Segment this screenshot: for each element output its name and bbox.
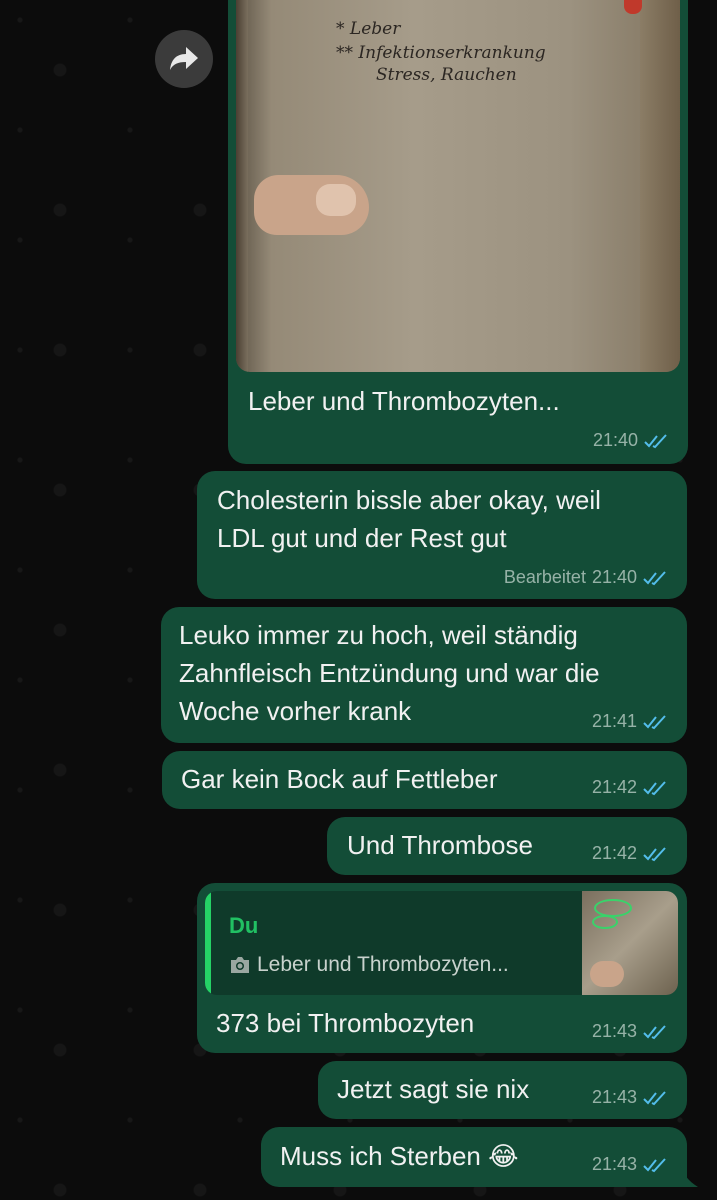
message-time: 21:40: [591, 567, 637, 587]
green-circle-mark: [592, 915, 618, 929]
message-bubble-reply[interactable]: Du Leber und Thrombozyten... 373 bei Thr…: [197, 883, 687, 1053]
message-time: 21:42: [591, 843, 637, 863]
double-check-icon: [643, 1157, 666, 1172]
double-check-icon: [643, 780, 666, 795]
message-time: 21:40: [592, 430, 638, 450]
message-time: 21:41: [591, 711, 637, 731]
message-text-line: Cholesterin bissle aber okay, weil: [217, 485, 601, 515]
double-check-icon: [643, 1090, 666, 1105]
forward-button[interactable]: [155, 30, 213, 88]
message-text: Und Thrombose: [347, 830, 533, 860]
message-text-line: Leuko immer zu hoch, weil ständig: [179, 620, 578, 650]
quote-author: Du: [229, 913, 259, 938]
message-text-line: Zahnfleisch Entzündung und war die: [179, 658, 600, 688]
thumb: [590, 961, 624, 987]
double-check-icon: [643, 570, 666, 585]
message-meta: 21:43: [592, 1087, 669, 1108]
message-meta: 21:43: [592, 1154, 669, 1175]
quoted-message[interactable]: Du Leber und Thrombozyten...: [205, 891, 678, 995]
message-meta: 21:40: [593, 430, 670, 451]
quote-text: Leber und Thrombozyten...: [257, 953, 509, 976]
message-time: 21:43: [591, 1021, 637, 1041]
message-meta: 21:41: [592, 711, 669, 732]
message-bubble[interactable]: Und Thrombose 21:42: [327, 817, 687, 875]
double-check-icon: [643, 846, 666, 861]
thumbnail-nail: [316, 184, 356, 216]
quote-preview: Leber und Thrombozyten...: [229, 953, 509, 977]
notebook-edge: [236, 0, 248, 372]
forward-arrow-icon: [170, 47, 198, 70]
message-text-line: Woche vorher krank: [179, 696, 412, 726]
message-bubble[interactable]: Gar kein Bock auf Fettleber 21:42: [162, 751, 687, 809]
message-bubble[interactable]: Jetzt sagt sie nix 21:43: [318, 1061, 687, 1119]
edited-label: Bearbeitet: [503, 567, 586, 587]
quote-thumbnail: [582, 891, 678, 995]
double-check-icon: [643, 714, 666, 729]
message-meta: 21:43: [592, 1021, 669, 1042]
message-time: 21:43: [591, 1087, 637, 1107]
green-circle-mark: [594, 899, 632, 917]
message-bubble-photo[interactable]: * Leber ** Infektionserkrankung Stress, …: [228, 0, 688, 464]
note-line-3: Stress, Rauchen: [376, 65, 517, 85]
message-bubble[interactable]: Leuko immer zu hoch, weil ständig Zahnfl…: [161, 607, 687, 743]
message-time: 21:43: [591, 1154, 637, 1174]
photo-attachment[interactable]: * Leber ** Infektionserkrankung Stress, …: [236, 0, 680, 372]
message-time: 21:42: [591, 777, 637, 797]
message-text: 373 bei Thrombozyten: [216, 1008, 475, 1038]
message-meta: Bearbeitet 21:40: [504, 567, 669, 588]
red-marker: [624, 0, 642, 14]
note-line-2: ** Infektionserkrankung: [336, 43, 546, 63]
message-meta: 21:42: [592, 843, 669, 864]
note-line-1: * Leber: [336, 19, 401, 39]
photo-background: [640, 0, 680, 372]
message-bubble[interactable]: Muss ich Sterben 😂 21:43: [261, 1127, 687, 1187]
message-bubble[interactable]: Cholesterin bissle aber okay, weil LDL g…: [197, 471, 687, 599]
message-text: Gar kein Bock auf Fettleber: [181, 764, 498, 794]
double-check-icon: [643, 1024, 666, 1039]
double-check-icon: [644, 433, 667, 448]
message-text: Jetzt sagt sie nix: [337, 1074, 530, 1104]
message-text-line: LDL gut und der Rest gut: [217, 523, 507, 553]
camera-icon: [231, 957, 249, 973]
bubble-tail: [680, 1163, 698, 1187]
message-text: Leber und Thrombozyten...: [248, 386, 560, 416]
message-text: Muss ich Sterben 😂: [280, 1141, 519, 1171]
handwritten-note: * Leber ** Infektionserkrankung Stress, …: [336, 18, 546, 86]
quote-accent-bar: [205, 891, 211, 995]
message-meta: 21:42: [592, 777, 669, 798]
